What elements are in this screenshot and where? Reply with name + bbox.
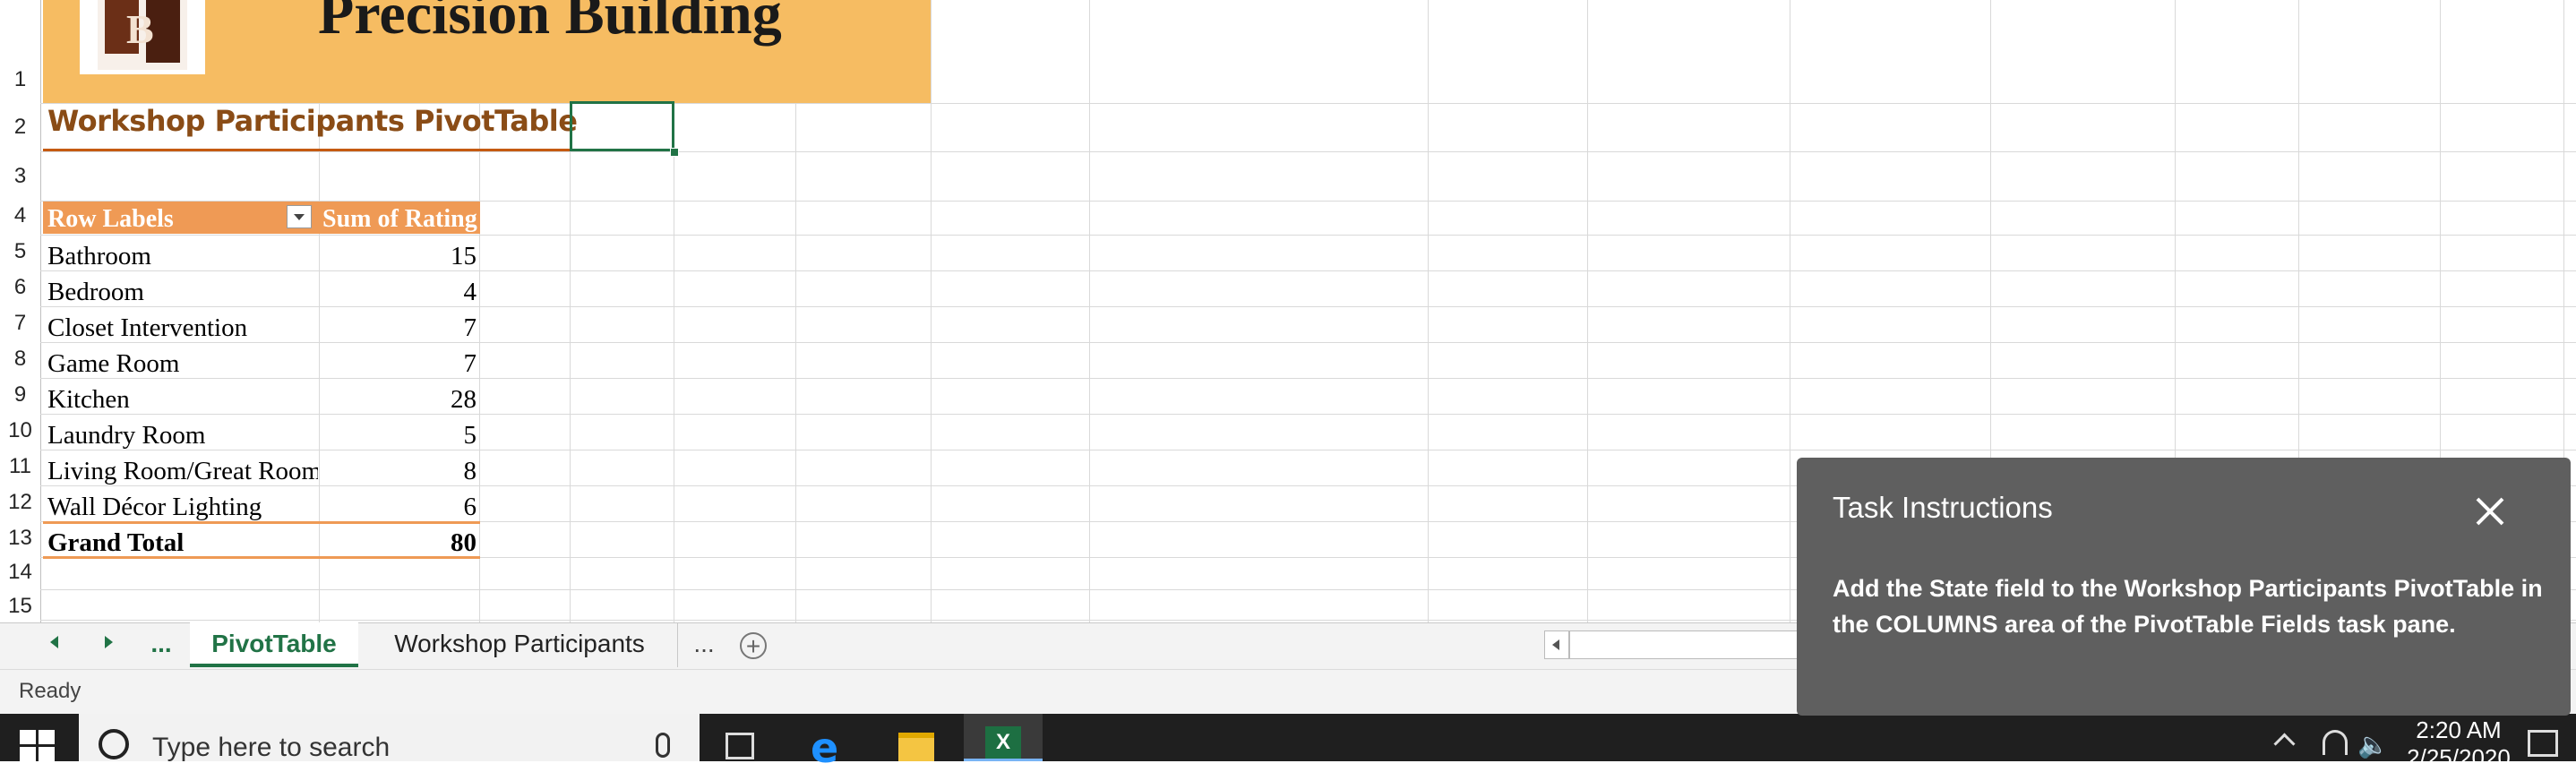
svg-text:B: B	[126, 6, 154, 52]
network-icon[interactable]	[2323, 730, 2348, 755]
row-header[interactable]: 1	[0, 67, 40, 92]
pivot-row-label[interactable]: Bathroom	[47, 236, 316, 272]
grand-total-value[interactable]: 80	[322, 523, 477, 559]
next-sheet-icon[interactable]	[105, 636, 113, 648]
edge-browser-icon[interactable]: e	[811, 724, 838, 772]
row-header[interactable]: 12	[0, 490, 40, 515]
row-header[interactable]: 6	[0, 275, 40, 300]
row-header[interactable]: 15	[0, 594, 40, 619]
search-icon	[99, 729, 129, 759]
pivot-row-value[interactable]: 7	[322, 344, 477, 380]
pivot-title: Workshop Participants PivotTable	[47, 104, 578, 138]
clock-date: 2/25/2020	[2407, 744, 2511, 771]
row-header[interactable]: 11	[0, 454, 40, 479]
row-header[interactable]: 8	[0, 347, 40, 372]
pivot-row-value[interactable]: 7	[322, 308, 477, 344]
more-sheets-right-button[interactable]: ...	[686, 622, 722, 667]
active-cell[interactable]	[570, 101, 674, 151]
row-header[interactable]: 5	[0, 239, 40, 264]
row-header[interactable]: 4	[0, 203, 40, 228]
horizontal-scrollbar[interactable]	[1569, 630, 1802, 659]
title-underline	[43, 149, 570, 151]
gridline	[40, 151, 2576, 152]
pivot-row-value[interactable]: 6	[322, 487, 477, 523]
company-title: Precision Building	[318, 0, 782, 47]
notifications-icon[interactable]	[2528, 730, 2558, 757]
gridline	[931, 0, 932, 622]
row-header[interactable]: 14	[0, 560, 40, 585]
pivot-row-label[interactable]: Laundry Room	[47, 416, 316, 451]
pivot-row-value[interactable]: 8	[322, 451, 477, 487]
row-header[interactable]: 10	[0, 418, 40, 443]
pivot-row-value[interactable]: 5	[322, 416, 477, 451]
grand-total-bottom-border	[43, 556, 480, 559]
row-header[interactable]: 2	[0, 115, 40, 140]
gridline	[1089, 0, 1090, 622]
previous-sheet-icon[interactable]	[50, 636, 58, 648]
search-placeholder: Type here to search	[152, 733, 391, 762]
pivot-row-label[interactable]: Game Room	[47, 344, 316, 380]
gridline	[40, 0, 41, 622]
windows-start-icon[interactable]	[20, 730, 56, 761]
grand-total-label[interactable]: Grand Total	[47, 523, 316, 559]
gridline	[40, 235, 2576, 236]
task-instructions-title: Task Instructions	[1833, 491, 2053, 524]
add-sheet-button[interactable]: +	[740, 632, 767, 659]
volume-icon[interactable]: 🔈	[2357, 730, 2389, 759]
filter-dropdown-icon[interactable]	[287, 205, 312, 228]
gridline	[1428, 0, 1429, 622]
row-header[interactable]: 9	[0, 382, 40, 407]
pivot-row-label[interactable]: Closet Intervention	[47, 308, 316, 344]
status-text: Ready	[19, 679, 82, 703]
more-sheets-left-button[interactable]: ...	[143, 622, 179, 667]
close-icon[interactable]	[2474, 495, 2506, 528]
pivot-row-label[interactable]: Bedroom	[47, 272, 316, 308]
microphone-icon[interactable]	[656, 733, 670, 758]
gridline	[1587, 0, 1588, 622]
file-explorer-icon[interactable]	[898, 733, 934, 761]
row-header[interactable]: 3	[0, 164, 40, 189]
sum-of-rating-header[interactable]: Sum of Rating	[322, 202, 479, 234]
pivot-row-value[interactable]: 15	[322, 236, 477, 272]
taskbar-clock[interactable]: 2:20 AM 2/25/2020	[2396, 716, 2521, 772]
tab-pivottable[interactable]: PivotTable	[190, 622, 358, 667]
tab-workshop-participants[interactable]: Workshop Participants	[362, 622, 678, 667]
pivot-row-label[interactable]: Kitchen	[47, 380, 316, 416]
task-instructions-body: Add the State field to the Workshop Part…	[1833, 575, 2543, 638]
task-view-icon[interactable]	[726, 733, 754, 759]
excel-icon: X	[985, 726, 1021, 759]
row-header[interactable]: 7	[0, 311, 40, 336]
scroll-left-button[interactable]	[1544, 630, 1569, 659]
row-labels-header[interactable]: Row Labels	[47, 202, 280, 234]
pivot-row-label[interactable]: Wall Décor Lighting	[47, 487, 316, 523]
company-logo: B	[80, 0, 205, 74]
pivot-row-value[interactable]: 28	[322, 380, 477, 416]
row-header[interactable]: 13	[0, 526, 40, 551]
pivot-row-label[interactable]: Living Room/Great Room	[47, 451, 318, 487]
clock-time: 2:20 AM	[2416, 716, 2502, 743]
excel-taskbar-button[interactable]: X	[964, 714, 1043, 761]
pivot-row-value[interactable]: 4	[322, 272, 477, 308]
fill-handle[interactable]	[670, 148, 679, 157]
